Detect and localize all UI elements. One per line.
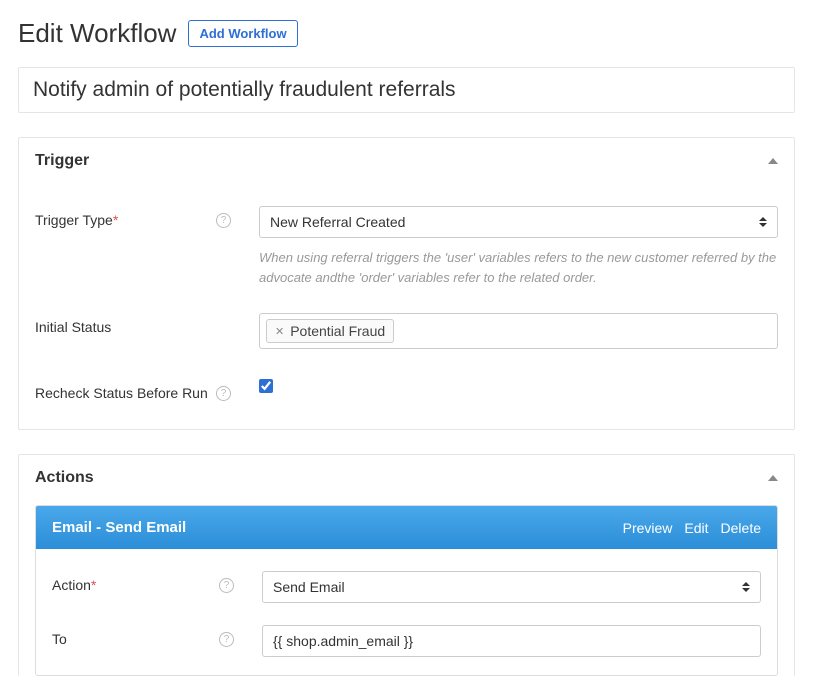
trigger-type-select[interactable]: New Referral Created [259, 206, 778, 238]
actions-title: Actions [35, 469, 94, 487]
actions-panel: Actions Email - Send Email Preview Edit … [18, 454, 795, 676]
trigger-type-label: Trigger Type* [35, 212, 118, 228]
action-card-header: Email - Send Email Preview Edit Delete [36, 506, 777, 549]
tag-remove-icon[interactable]: ✕ [275, 325, 284, 338]
updown-arrows-icon [759, 217, 767, 227]
help-icon[interactable]: ? [219, 632, 234, 647]
trigger-title: Trigger [35, 152, 89, 170]
initial-status-input[interactable]: ✕ Potential Fraud [259, 313, 778, 349]
recheck-checkbox[interactable] [259, 379, 273, 393]
action-select-label: Action* [52, 577, 96, 593]
to-label: To [52, 631, 67, 647]
page-title: Edit Workflow [18, 18, 176, 49]
to-input[interactable] [262, 625, 761, 657]
help-icon[interactable]: ? [219, 578, 234, 593]
caret-up-icon [768, 475, 778, 481]
action-card-email: Email - Send Email Preview Edit Delete A… [35, 505, 778, 676]
action-edit-link[interactable]: Edit [684, 520, 708, 536]
updown-arrows-icon [742, 582, 750, 592]
workflow-name-input[interactable]: Notify admin of potentially fraudulent r… [18, 67, 795, 113]
trigger-panel: Trigger Trigger Type* ? New Referral Cre… [18, 137, 795, 430]
actions-panel-header[interactable]: Actions [19, 455, 794, 501]
action-delete-link[interactable]: Delete [721, 520, 761, 536]
help-icon[interactable]: ? [216, 386, 231, 401]
action-preview-link[interactable]: Preview [623, 520, 673, 536]
trigger-type-hint: When using referral triggers the 'user' … [259, 248, 778, 287]
status-tag: ✕ Potential Fraud [266, 319, 394, 343]
help-icon[interactable]: ? [216, 213, 231, 228]
action-select[interactable]: Send Email [262, 571, 761, 603]
initial-status-label: Initial Status [35, 319, 111, 335]
add-workflow-button[interactable]: Add Workflow [188, 20, 297, 47]
recheck-label: Recheck Status Before Run [35, 385, 208, 401]
caret-up-icon [768, 158, 778, 164]
action-card-title: Email - Send Email [52, 519, 186, 536]
trigger-panel-header[interactable]: Trigger [19, 138, 794, 184]
